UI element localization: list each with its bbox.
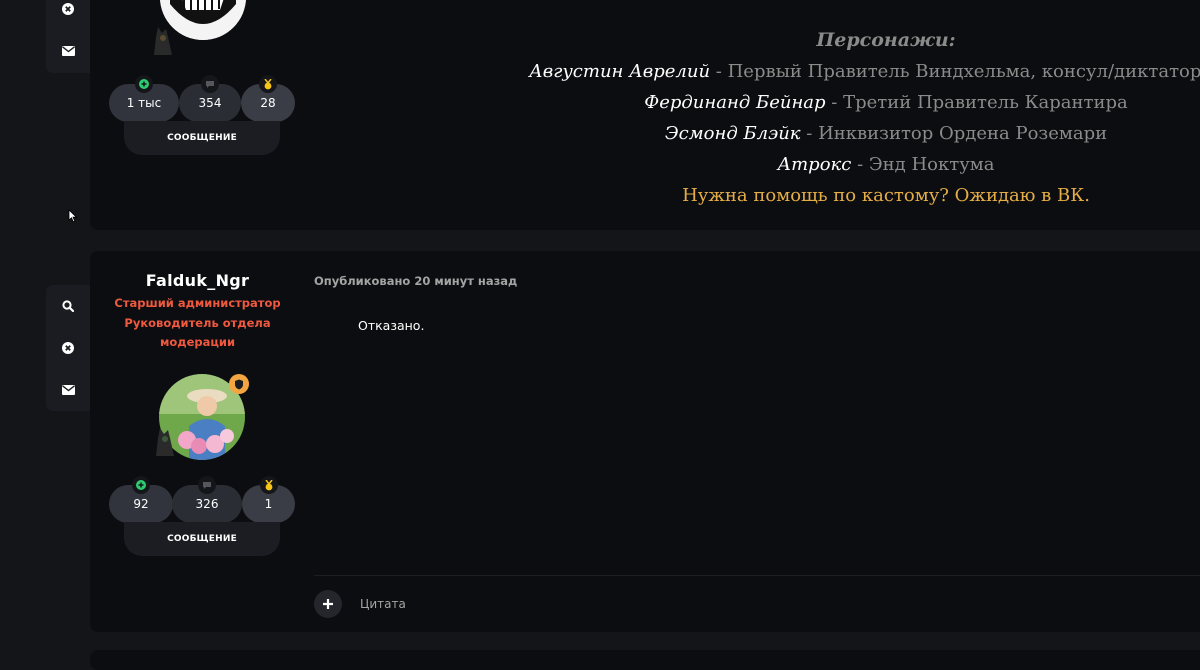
search-icon bbox=[62, 300, 74, 312]
plus-circle-icon bbox=[132, 476, 150, 494]
post-content: Отказано. bbox=[358, 318, 425, 333]
send-message-button[interactable]: СООБЩЕНИЕ bbox=[124, 522, 280, 556]
stat-value: 28 bbox=[260, 96, 276, 110]
post2-side-tools bbox=[46, 285, 90, 411]
post-author: Falduk_Ngr Старший администратор Руковод… bbox=[90, 271, 305, 353]
user-titles: Старший администратор Руководитель отдел… bbox=[90, 294, 305, 353]
user-title: модерации bbox=[159, 335, 236, 349]
plus-circle-icon bbox=[135, 75, 153, 93]
post-date[interactable]: Опубликовано 20 минут назад bbox=[314, 274, 517, 288]
user-stats: 92 326 1 bbox=[109, 476, 299, 525]
character-mini-icon bbox=[154, 426, 176, 460]
stat-value: 326 bbox=[195, 497, 219, 511]
reply-plus-button[interactable] bbox=[314, 590, 342, 618]
post1-side-tools bbox=[46, 0, 90, 73]
medal-icon bbox=[259, 75, 277, 93]
post-3-partial bbox=[90, 650, 1200, 670]
stat-reactions[interactable]: 1 тыс bbox=[109, 75, 179, 122]
signature-character: Августин Аврелий - Первый Правитель Винд… bbox=[529, 61, 1200, 82]
stat-reactions[interactable]: 92 bbox=[109, 476, 173, 523]
post-2: Falduk_Ngr Старший администратор Руковод… bbox=[90, 251, 1200, 632]
search-button[interactable] bbox=[46, 285, 90, 327]
signature-help-link[interactable]: Нужна помощь по кастому? Ожидаю в ВК. bbox=[386, 180, 1200, 211]
quote-button[interactable]: Цитата bbox=[360, 597, 406, 611]
staff-badge[interactable] bbox=[229, 374, 249, 394]
stat-value: 1 bbox=[264, 497, 273, 511]
medal-icon bbox=[259, 476, 278, 494]
comment-icon bbox=[198, 476, 216, 494]
message-user-button[interactable] bbox=[46, 369, 90, 411]
user-stats: 1 тыс 354 28 bbox=[109, 75, 299, 124]
post-divider bbox=[314, 575, 1200, 576]
user-title: Руководитель отдела bbox=[124, 315, 271, 330]
stat-messages[interactable]: 326 bbox=[172, 476, 242, 523]
user-title: Старший администратор bbox=[114, 296, 281, 310]
send-message-button[interactable]: СООБЩЕНИЕ bbox=[124, 121, 280, 155]
ignore-button[interactable] bbox=[46, 327, 90, 369]
ignore-button[interactable] bbox=[46, 0, 90, 30]
signature-character: Эсмонд Блэйк - Инквизитор Ордена Роземар… bbox=[664, 123, 1108, 144]
username[interactable]: Falduk_Ngr bbox=[90, 271, 305, 290]
post-1: 1 тыс 354 28 СООБЩЕНИЕ Персонажи: Август… bbox=[90, 0, 1200, 230]
signature-heading: Персонажи: bbox=[816, 29, 956, 51]
message-user-button[interactable] bbox=[46, 30, 90, 72]
signature-character: Фердинанд Бейнар - Третий Правитель Кара… bbox=[644, 92, 1128, 113]
character-mini-icon bbox=[152, 25, 174, 59]
signature-character: Атрокс - Энд Ноктума bbox=[777, 154, 995, 175]
plus-icon bbox=[322, 595, 334, 614]
stat-points[interactable]: 1 bbox=[242, 476, 295, 523]
comment-icon bbox=[201, 75, 219, 93]
envelope-icon bbox=[61, 46, 75, 56]
signature: Персонажи: Августин Аврелий - Первый Пра… bbox=[386, 25, 1200, 211]
stat-points[interactable]: 28 bbox=[241, 75, 295, 122]
close-circle-icon bbox=[62, 342, 74, 354]
stat-messages[interactable]: 354 bbox=[179, 75, 241, 122]
close-circle-icon bbox=[62, 3, 74, 15]
envelope-icon bbox=[61, 385, 75, 395]
stat-value: 92 bbox=[133, 497, 149, 511]
stat-value: 354 bbox=[198, 96, 222, 110]
stat-value: 1 тыс bbox=[126, 96, 162, 110]
mouse-cursor-icon bbox=[68, 208, 78, 227]
